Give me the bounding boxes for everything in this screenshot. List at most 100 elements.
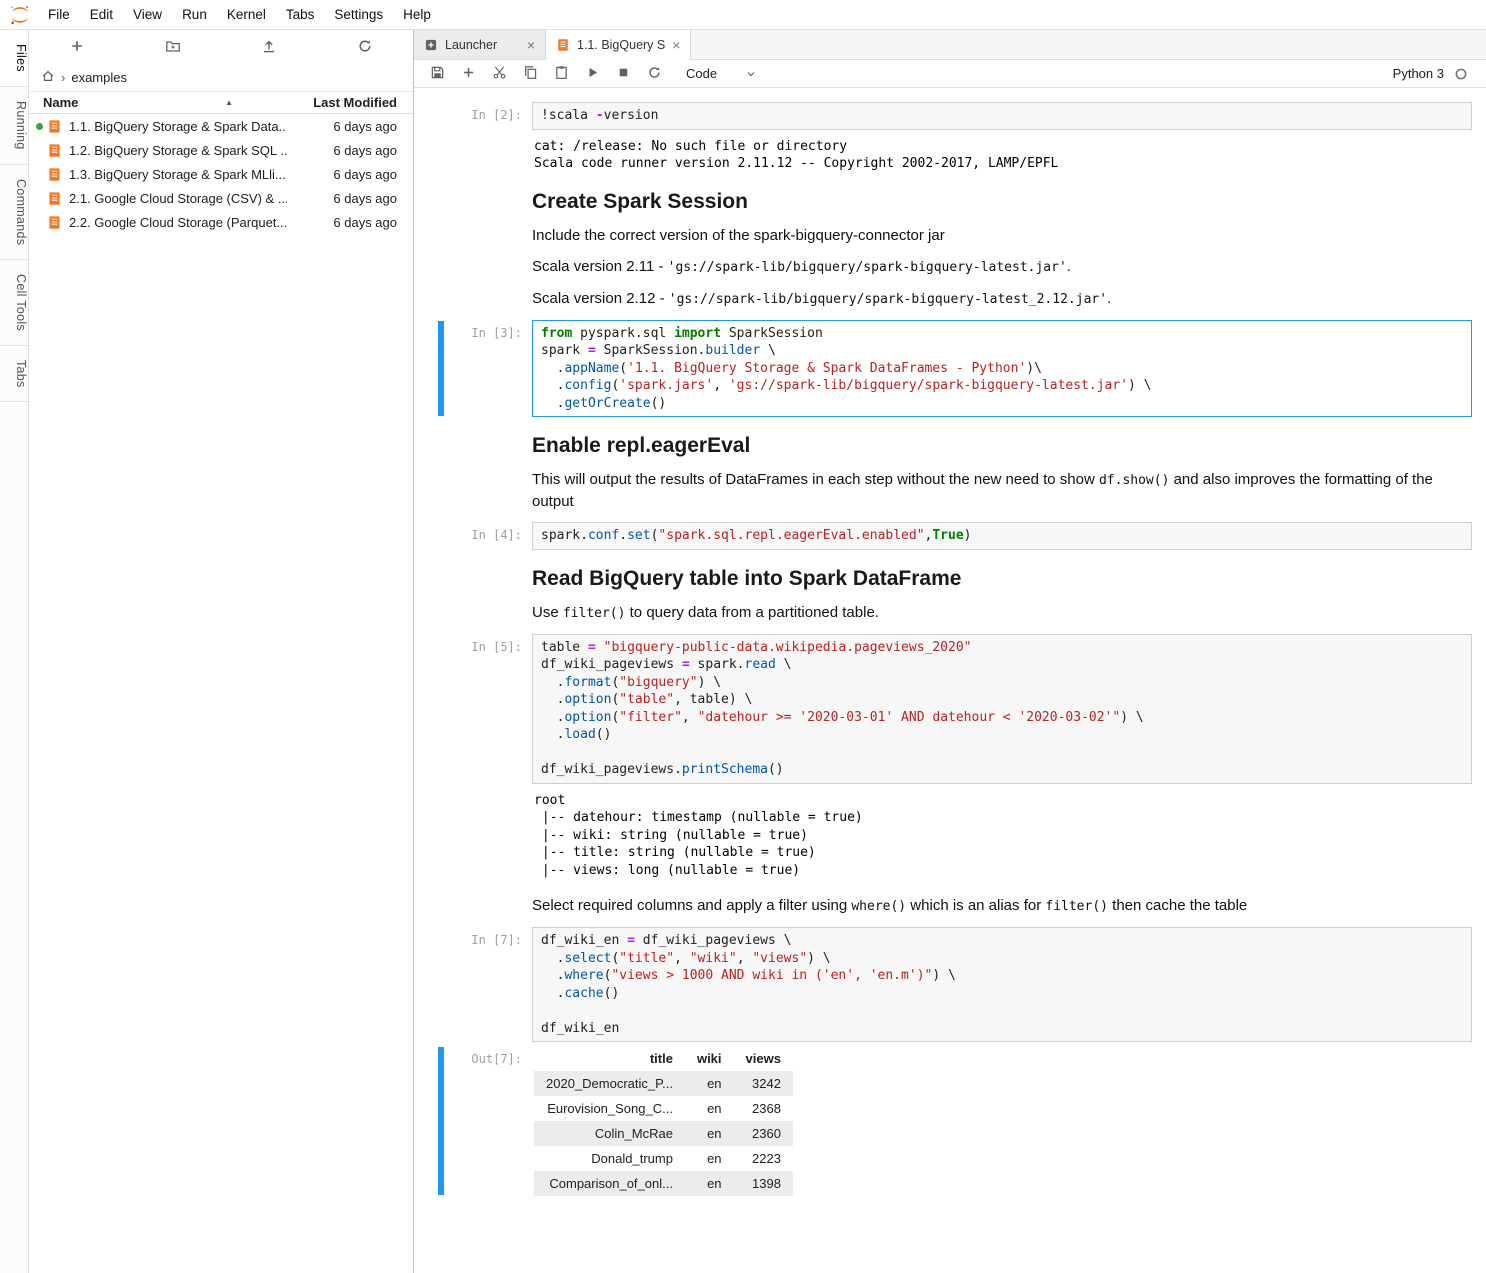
restart-button[interactable] bbox=[639, 62, 670, 86]
column-header-last-modified[interactable]: Last Modified bbox=[279, 95, 399, 110]
code-cell[interactable]: In [5]:table = "bigquery-public-data.wik… bbox=[414, 634, 1486, 784]
kernel-name[interactable]: Python 3 bbox=[1393, 66, 1444, 81]
markdown-cell[interactable]: Use filter() to query data from a partit… bbox=[414, 602, 1486, 624]
output-area[interactable]: root |-- datehour: timestamp (nullable =… bbox=[414, 788, 1486, 880]
cell-prompt bbox=[414, 602, 532, 624]
table-cell: en bbox=[685, 1096, 734, 1121]
code-line: !scala -version bbox=[541, 107, 1463, 125]
active-cell-indicator[interactable] bbox=[438, 321, 444, 417]
upload-button[interactable] bbox=[255, 34, 283, 60]
tab-launcher[interactable]: Launcher× bbox=[414, 30, 546, 59]
table-header-row: titlewikiviews bbox=[534, 1046, 793, 1071]
markdown-paragraph: Use filter() to query data from a partit… bbox=[532, 602, 1437, 624]
menu-tabs[interactable]: Tabs bbox=[276, 7, 325, 22]
markdown-cell[interactable]: Read BigQuery table into Spark DataFrame bbox=[414, 566, 1486, 592]
code-line bbox=[541, 744, 1463, 762]
breadcrumb-folder[interactable]: examples bbox=[71, 70, 127, 85]
code-input[interactable]: spark.conf.set("spark.sql.repl.eagerEval… bbox=[532, 522, 1472, 550]
sidebar-tab-cell-tools[interactable]: Cell Tools bbox=[0, 260, 28, 346]
file-row[interactable]: 2.2. Google Cloud Storage (Parquet...6 d… bbox=[29, 210, 413, 234]
code-cell[interactable]: In [3]:from pyspark.sql import SparkSess… bbox=[414, 320, 1486, 418]
sidebar-tab-running[interactable]: Running bbox=[0, 87, 28, 165]
sidebar-tab-tabs[interactable]: Tabs bbox=[0, 346, 28, 403]
markdown-cell[interactable]: Scala version 2.12 - 'gs://spark-lib/big… bbox=[414, 288, 1486, 310]
stop-button[interactable] bbox=[608, 62, 639, 86]
menu-help[interactable]: Help bbox=[393, 7, 441, 22]
table-cell: 2020_Democratic_P... bbox=[534, 1071, 685, 1096]
file-last-modified: 6 days ago bbox=[287, 191, 397, 206]
notebook-toolbar-buttons bbox=[422, 62, 670, 86]
cell-prompt bbox=[414, 469, 532, 512]
cell-prompt: In [2]: bbox=[414, 102, 532, 130]
running-kernel-dot bbox=[36, 123, 43, 130]
cell-prompt bbox=[414, 189, 532, 215]
sidebar-tab-commands[interactable]: Commands bbox=[0, 165, 28, 260]
tab-label: 1.1. BigQuery S bbox=[577, 38, 665, 52]
new-folder-button[interactable] bbox=[159, 34, 187, 60]
file-row[interactable]: 1.3. BigQuery Storage & Spark MLli...6 d… bbox=[29, 162, 413, 186]
markdown-cell[interactable]: Create Spark Session bbox=[414, 189, 1486, 215]
run-button[interactable] bbox=[577, 62, 608, 86]
stream-output: cat: /release: No such file or directory… bbox=[532, 134, 1472, 173]
file-last-modified: 6 days ago bbox=[287, 119, 397, 134]
code-input[interactable]: from pyspark.sql import SparkSessionspar… bbox=[532, 320, 1472, 418]
table-column-header: views bbox=[734, 1046, 793, 1071]
markdown-cell[interactable]: Scala version 2.11 - 'gs://spark-lib/big… bbox=[414, 256, 1486, 278]
tab-1-1-bigquery-s[interactable]: 1.1. BigQuery S × bbox=[546, 30, 691, 59]
close-tab-icon[interactable]: × bbox=[527, 38, 535, 52]
file-row[interactable]: 2.1. Google Cloud Storage (CSV) & ...6 d… bbox=[29, 186, 413, 210]
code-cell[interactable]: In [4]:spark.conf.set("spark.sql.repl.ea… bbox=[414, 522, 1486, 550]
output-area[interactable]: Out[7]:titlewikiviews2020_Democratic_P..… bbox=[414, 1046, 1486, 1196]
menu-edit[interactable]: Edit bbox=[80, 7, 123, 22]
run-icon bbox=[585, 65, 600, 83]
code-cell[interactable]: In [7]:df_wiki_en = df_wiki_pageviews \ … bbox=[414, 927, 1486, 1042]
left-activity-bar: FilesRunningCommandsCell ToolsTabs bbox=[0, 30, 29, 1273]
active-cell-indicator[interactable] bbox=[438, 1047, 444, 1195]
table-cell: 2360 bbox=[734, 1121, 793, 1146]
table-cell: en bbox=[685, 1146, 734, 1171]
refresh-button[interactable] bbox=[351, 34, 379, 60]
menu-view[interactable]: View bbox=[123, 7, 172, 22]
cut-button[interactable] bbox=[484, 62, 515, 86]
file-row[interactable]: 1.2. BigQuery Storage & Spark SQL ...6 d… bbox=[29, 138, 413, 162]
menu-run[interactable]: Run bbox=[172, 7, 217, 22]
notebook-icon bbox=[47, 143, 62, 158]
code-line: .format("bigquery") \ bbox=[541, 674, 1463, 692]
cell-content: Scala version 2.12 - 'gs://spark-lib/big… bbox=[532, 288, 1472, 310]
code-line: table = "bigquery-public-data.wikipedia.… bbox=[541, 639, 1463, 657]
markdown-cell[interactable]: Include the correct version of the spark… bbox=[414, 225, 1486, 246]
copy-button[interactable] bbox=[515, 62, 546, 86]
workspace-tab-bar: Launcher× 1.1. BigQuery S × bbox=[414, 30, 1486, 60]
cell-prompt bbox=[414, 788, 532, 880]
code-cell[interactable]: In [2]: !scala -version bbox=[414, 102, 1486, 130]
output-area[interactable]: cat: /release: No such file or directory… bbox=[414, 134, 1486, 173]
markdown-heading: Enable repl.eagerEval bbox=[532, 433, 1472, 459]
add-cell-button[interactable] bbox=[453, 62, 484, 86]
close-tab-icon[interactable]: × bbox=[672, 38, 680, 52]
markdown-cell[interactable]: Select required columns and apply a filt… bbox=[414, 895, 1486, 917]
menu-file[interactable]: File bbox=[38, 7, 80, 22]
markdown-cell[interactable]: Enable repl.eagerEval bbox=[414, 433, 1486, 459]
cell-content: df_wiki_en = df_wiki_pageviews \ .select… bbox=[532, 927, 1472, 1042]
dataframe-table: titlewikiviews2020_Democratic_P...en3242… bbox=[534, 1046, 793, 1196]
code-input[interactable]: df_wiki_en = df_wiki_pageviews \ .select… bbox=[532, 927, 1472, 1042]
menu-items: FileEditViewRunKernelTabsSettingsHelp bbox=[38, 6, 441, 24]
column-header-name[interactable]: Name ▲ bbox=[43, 95, 279, 110]
menu-settings[interactable]: Settings bbox=[324, 7, 393, 22]
save-button[interactable] bbox=[422, 62, 453, 86]
cell-prompt bbox=[414, 225, 532, 246]
menu-bar: FileEditViewRunKernelTabsSettingsHelp bbox=[0, 0, 1486, 30]
paste-button[interactable] bbox=[546, 62, 577, 86]
code-input[interactable]: !scala -version bbox=[532, 102, 1472, 130]
new-launcher-button[interactable] bbox=[63, 34, 91, 60]
cell-content: This will output the results of DataFram… bbox=[532, 469, 1472, 512]
file-row[interactable]: 1.1. BigQuery Storage & Spark Data...6 d… bbox=[29, 114, 413, 138]
cell-type-dropdown[interactable]: Code bbox=[686, 66, 757, 81]
code-input[interactable]: table = "bigquery-public-data.wikipedia.… bbox=[532, 634, 1472, 784]
menu-kernel[interactable]: Kernel bbox=[217, 7, 276, 22]
table-cell: Comparison_of_onl... bbox=[534, 1171, 685, 1196]
sidebar-tab-files[interactable]: Files bbox=[0, 30, 28, 87]
markdown-cell[interactable]: This will output the results of DataFram… bbox=[414, 469, 1486, 512]
home-icon[interactable] bbox=[41, 69, 55, 86]
code-line: .where("views > 1000 AND wiki in ('en', … bbox=[541, 967, 1463, 985]
